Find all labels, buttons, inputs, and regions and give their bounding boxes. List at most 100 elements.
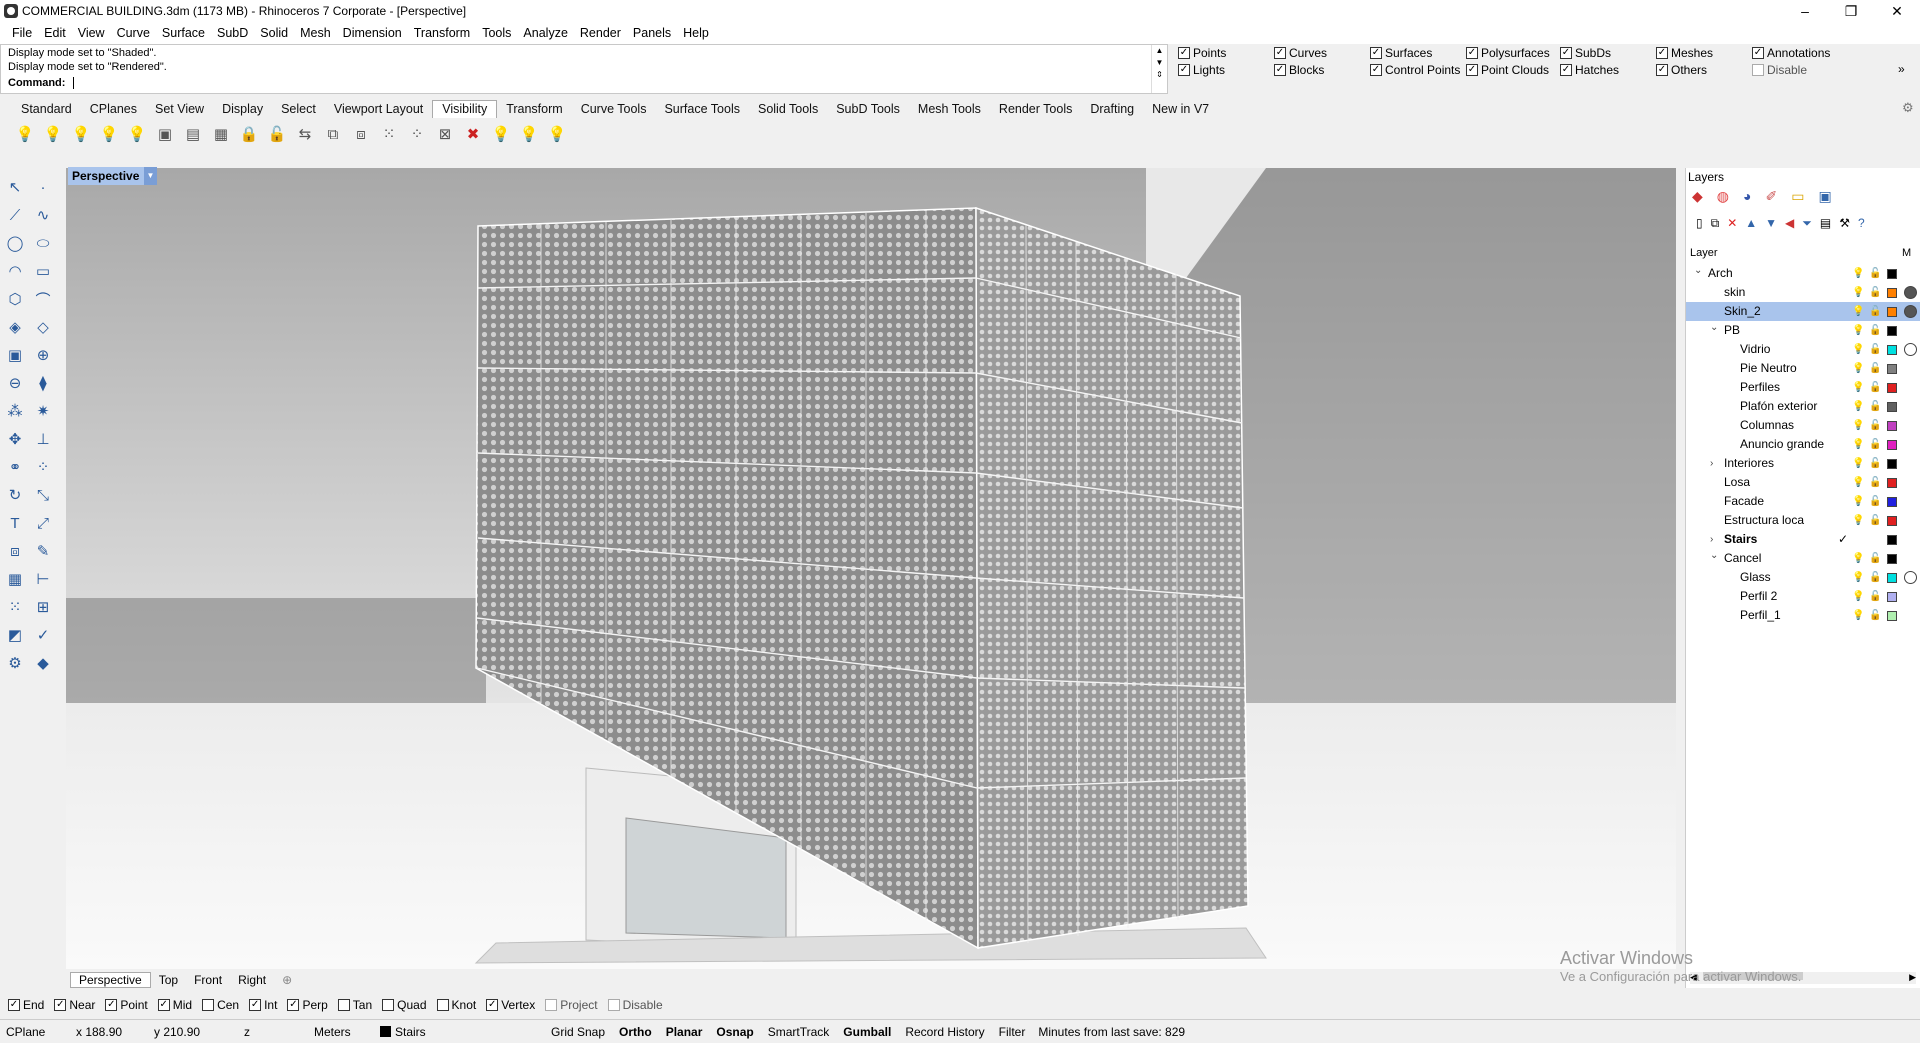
checkbox[interactable] <box>545 999 558 1011</box>
osnap-point[interactable]: ✓ Point <box>105 998 148 1012</box>
chevron-down-icon[interactable]: ⌄ <box>1694 261 1702 280</box>
rotate-icon[interactable]: ↻ <box>4 484 26 506</box>
hide-in-detail-icon[interactable]: ▣ <box>154 123 176 145</box>
delete-hidden-icon[interactable]: ✖ <box>462 123 484 145</box>
layer-color-swatch[interactable] <box>1887 554 1897 564</box>
properties-icon[interactable]: ⚙ <box>4 652 26 674</box>
select-points-icon[interactable]: ⁘ <box>406 123 428 145</box>
toolbar-tab-display[interactable]: Display <box>213 102 272 116</box>
visibility-bulb-icon[interactable]: 💡 <box>1852 264 1864 283</box>
unlock-icon[interactable]: 🔓 <box>1869 378 1881 397</box>
layer-color-swatch[interactable] <box>1887 421 1897 431</box>
visibility-bulb-icon[interactable]: 💡 <box>1852 606 1864 625</box>
unlock-icon[interactable]: 🔓 <box>1869 511 1881 530</box>
new-layer-icon[interactable]: ▯ <box>1696 216 1703 232</box>
checkbox[interactable] <box>436 999 449 1011</box>
layer-row[interactable]: Losa 💡 🔓 <box>1686 473 1920 492</box>
group-icon[interactable]: ⁘ <box>32 456 54 478</box>
checkbox[interactable]: ✓ <box>1466 64 1478 76</box>
viewport-menu-dropdown-icon[interactable]: ▼ <box>144 167 157 185</box>
material-swatch[interactable] <box>1904 286 1917 299</box>
chevron-right-icon[interactable]: › <box>1710 454 1713 473</box>
layer-color-swatch[interactable] <box>1887 288 1897 298</box>
checkbox[interactable]: ✓ <box>1274 47 1286 59</box>
properties-tab-icon[interactable]: ✐ <box>1765 188 1777 206</box>
point-icon[interactable]: · <box>32 176 54 198</box>
material-swatch[interactable] <box>1904 305 1917 318</box>
hide-swap-icon[interactable]: 💡 <box>70 123 92 145</box>
menu-dimension[interactable]: Dimension <box>337 26 408 40</box>
material-swatch[interactable] <box>1904 343 1917 356</box>
cplane-label[interactable]: CPlane <box>0 1025 70 1039</box>
layer-color-swatch[interactable] <box>1887 402 1897 412</box>
checkbox[interactable]: ✓ <box>8 999 20 1011</box>
status-toggle-planar[interactable]: Planar <box>659 1025 710 1039</box>
unlock-icon[interactable]: 🔓 <box>1869 321 1881 340</box>
layer-row[interactable]: ⌄ Arch 💡 🔓 <box>1686 264 1920 283</box>
show-objects-icon[interactable]: 💡 <box>14 123 36 145</box>
toolbar-tab-standard[interactable]: Standard <box>12 102 81 116</box>
layer-row[interactable]: Anuncio grande 💡 🔓 <box>1686 435 1920 454</box>
checkbox[interactable]: ✓ <box>157 999 170 1011</box>
menu-tools[interactable]: Tools <box>476 26 517 40</box>
hide-points-icon[interactable]: 💡 <box>126 123 148 145</box>
filter-point-clouds[interactable]: ✓ Point Clouds <box>1466 63 1549 77</box>
filter-curves[interactable]: ✓ Curves <box>1274 46 1327 60</box>
toolbar-tab-viewport-layout[interactable]: Viewport Layout <box>325 102 432 116</box>
close-button[interactable]: ✕ <box>1874 0 1920 22</box>
layer-row[interactable]: Perfil_1 💡 🔓 <box>1686 606 1920 625</box>
unisolate-icon[interactable]: ⧈ <box>350 123 372 145</box>
toolbar-tab-select[interactable]: Select <box>272 102 325 116</box>
visibility-bulb-icon[interactable]: 💡 <box>1852 416 1864 435</box>
unlock-icon[interactable]: 🔓 <box>266 123 288 145</box>
show-in-detail-icon[interactable]: ▤ <box>182 123 204 145</box>
filter-disable[interactable]: Disable <box>1752 63 1807 77</box>
layer-color-swatch[interactable] <box>1887 478 1897 488</box>
join-icon[interactable]: ⚭ <box>4 456 26 478</box>
hide-control-points-icon[interactable]: ⊠ <box>434 123 456 145</box>
viewport-tab-right[interactable]: Right <box>230 973 274 987</box>
layer-color-swatch[interactable] <box>1887 269 1897 279</box>
unlock-icon[interactable]: 🔓 <box>1869 340 1881 359</box>
checkbox[interactable]: ✓ <box>1370 47 1382 59</box>
layer-color-swatch[interactable] <box>1887 611 1897 621</box>
filter-polysurfaces[interactable]: ✓ Polysurfaces <box>1466 46 1550 60</box>
chevron-down-icon[interactable]: ⌄ <box>1710 318 1718 337</box>
toolbar-tab-cplanes[interactable]: CPlanes <box>81 102 146 116</box>
visibility-bulb-icon[interactable]: 💡 <box>1852 568 1864 587</box>
checkbox[interactable]: ✓ <box>1370 64 1382 76</box>
layer-row[interactable]: skin 💡 🔓 <box>1686 283 1920 302</box>
visibility-bulb-icon[interactable]: 💡 <box>1852 302 1864 321</box>
surface-edit-icon[interactable]: ◇ <box>32 316 54 338</box>
layer-color-swatch[interactable] <box>1887 459 1897 469</box>
move-out-icon[interactable]: ◀ <box>1785 216 1794 232</box>
filter-hatches[interactable]: ✓ Hatches <box>1560 63 1619 77</box>
render-tab-icon[interactable]: ▣ <box>1818 188 1831 206</box>
checkbox[interactable]: ✓ <box>249 999 262 1011</box>
explode-icon[interactable]: ✷ <box>32 400 54 422</box>
status-toggle-filter[interactable]: Filter <box>992 1025 1033 1039</box>
visibility-bulb-icon[interactable]: 💡 <box>1852 340 1864 359</box>
status-toggle-osnap[interactable]: Osnap <box>709 1025 760 1039</box>
fillet-icon[interactable]: ⌒ <box>32 288 54 310</box>
toolbar-tab-drafting[interactable]: Drafting <box>1081 102 1143 116</box>
unlock-icon[interactable]: 🔓 <box>1869 568 1881 587</box>
layer-color-swatch[interactable] <box>1887 516 1897 526</box>
cylinder-icon[interactable]: ⊖ <box>4 372 26 394</box>
points-off-icon[interactable]: ⁙ <box>378 123 400 145</box>
visibility-bulb-icon[interactable]: 💡 <box>1852 492 1864 511</box>
checkmark-icon[interactable]: ✓ <box>32 624 54 646</box>
toolbar-tab-solid-tools[interactable]: Solid Tools <box>749 102 827 116</box>
toolbar-tab-transform[interactable]: Transform <box>497 102 572 116</box>
menu-panels[interactable]: Panels <box>627 26 677 40</box>
mesh-icon[interactable]: ⁂ <box>4 400 26 422</box>
checkbox[interactable]: ✓ <box>1274 64 1286 76</box>
layer-row[interactable]: Perfiles 💡 🔓 <box>1686 378 1920 397</box>
layer-row[interactable]: ⌄ PB 💡 🔓 <box>1686 321 1920 340</box>
toolbar-tab-surface-tools[interactable]: Surface Tools <box>655 102 749 116</box>
isolate-icon[interactable]: ⧉ <box>322 123 344 145</box>
checkbox[interactable]: ✓ <box>1560 47 1572 59</box>
checkbox[interactable]: ✓ <box>486 999 499 1011</box>
layer-color-swatch[interactable] <box>1887 440 1897 450</box>
visibility-bulb-icon[interactable]: 💡 <box>1852 435 1864 454</box>
